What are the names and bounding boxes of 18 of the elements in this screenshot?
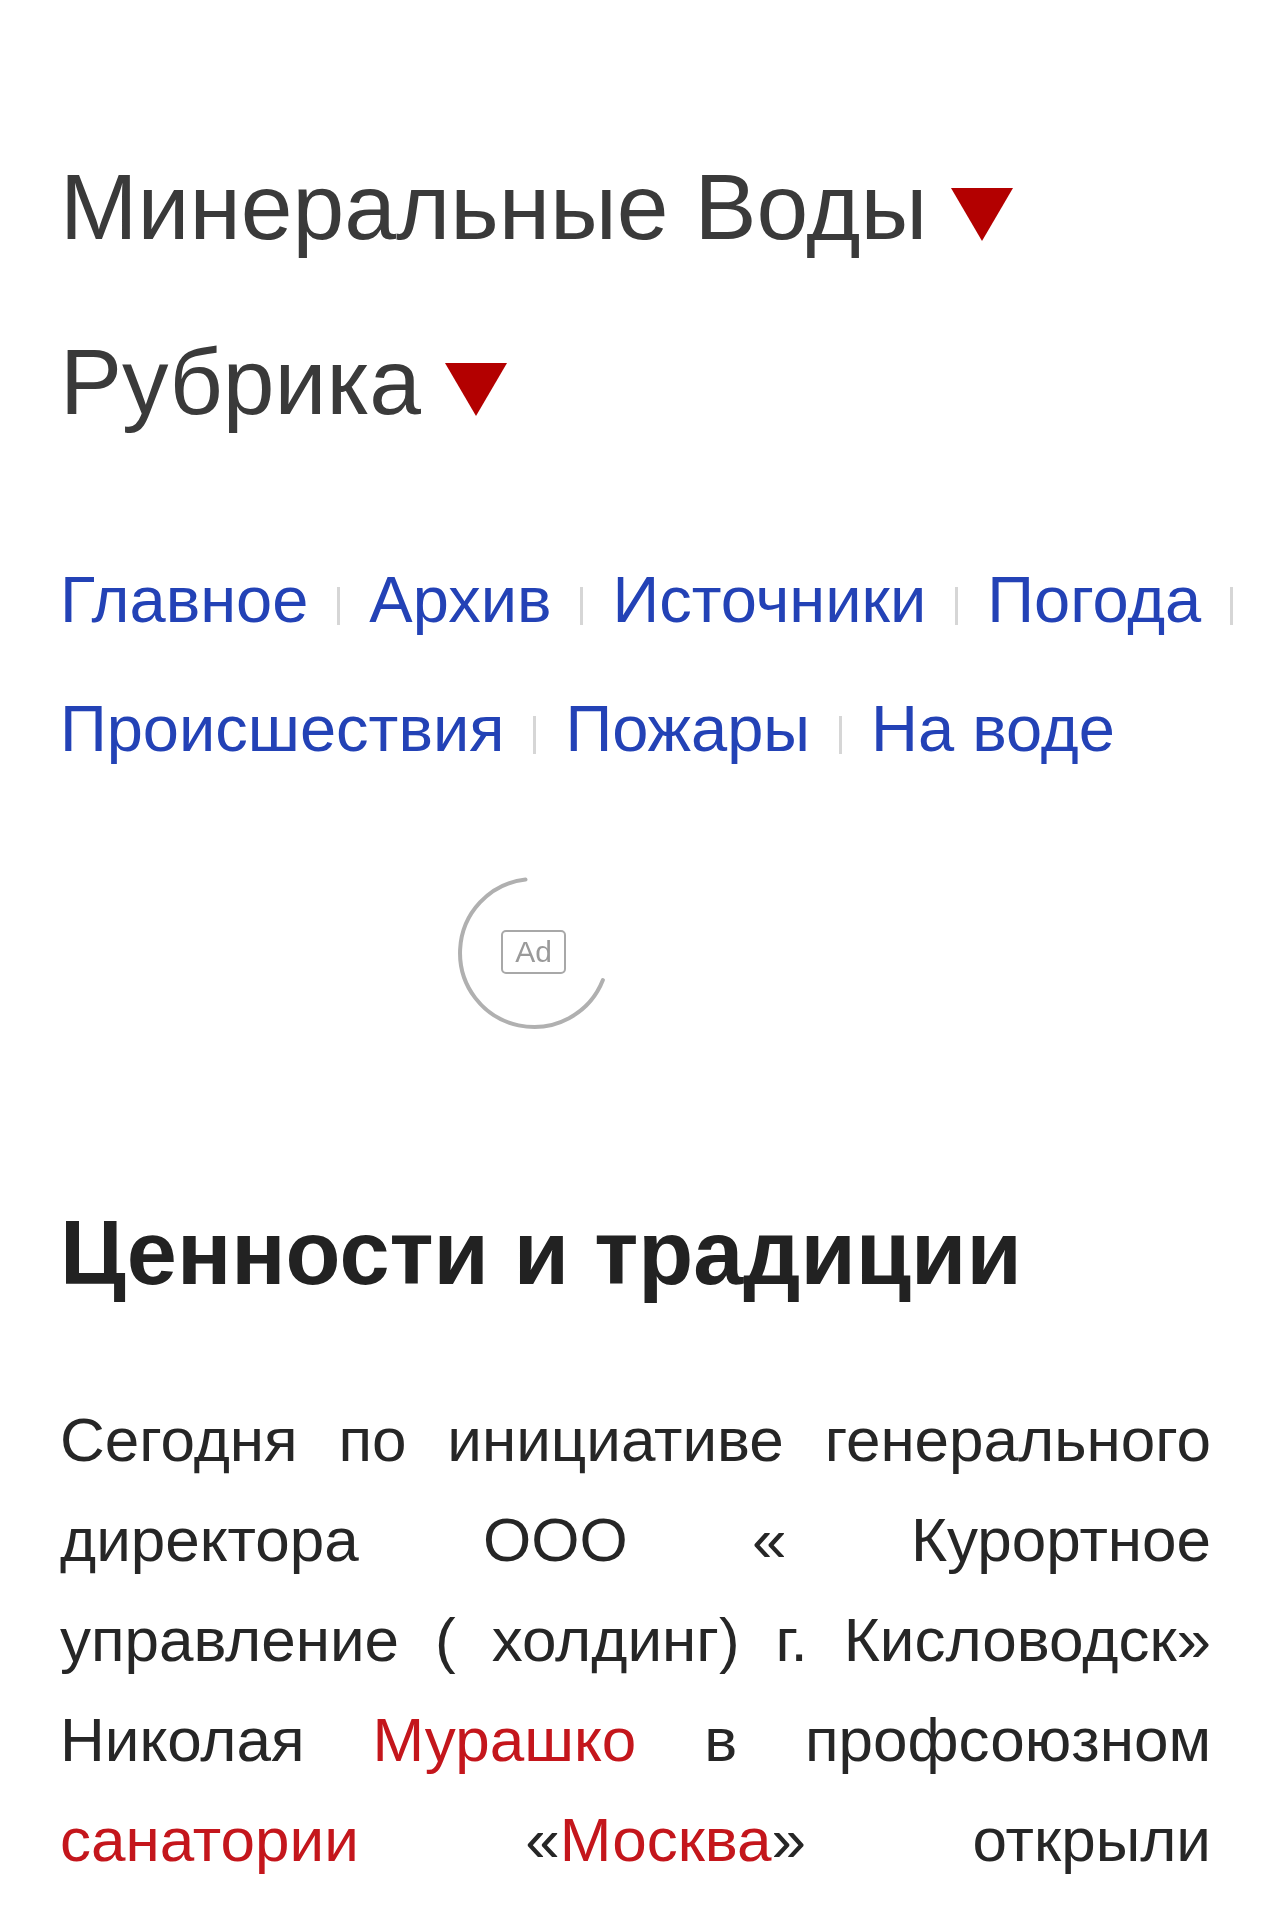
nav-link[interactable]: Происшествия xyxy=(60,692,505,767)
ad-label: Ad xyxy=(501,930,566,974)
caret-icon xyxy=(444,362,507,416)
nav-link[interactable]: На воде xyxy=(871,692,1115,767)
nav-link[interactable]: Пожары xyxy=(565,692,811,767)
text-link[interactable]: Мурашко xyxy=(372,1705,637,1774)
caret-icon xyxy=(951,187,1014,241)
nav-link[interactable]: Главное xyxy=(60,563,309,638)
loading-ring-icon xyxy=(458,877,606,1030)
nav-link[interactable]: Архив xyxy=(369,563,552,638)
article-paragraph: Сегодня по инициативе генерального директора ООО « Курортное управление ( холдинг) г. Кисловодск» Николая Мурашко в профсоюзном санатории «Москва» открыли xyxy=(60,1404,1211,1876)
dropdown-button[interactable]: Рубрика xyxy=(60,328,507,436)
dropdown-button[interactable]: Минеральные Воды xyxy=(60,153,1014,261)
article-title: Ценности и традиции xyxy=(60,1202,1022,1305)
text-link[interactable]: Москва xyxy=(559,1805,772,1874)
text-link[interactable]: санатории xyxy=(60,1805,359,1874)
nav-link[interactable]: Источники xyxy=(612,563,927,638)
nav-link[interactable]: Погода xyxy=(987,563,1202,638)
